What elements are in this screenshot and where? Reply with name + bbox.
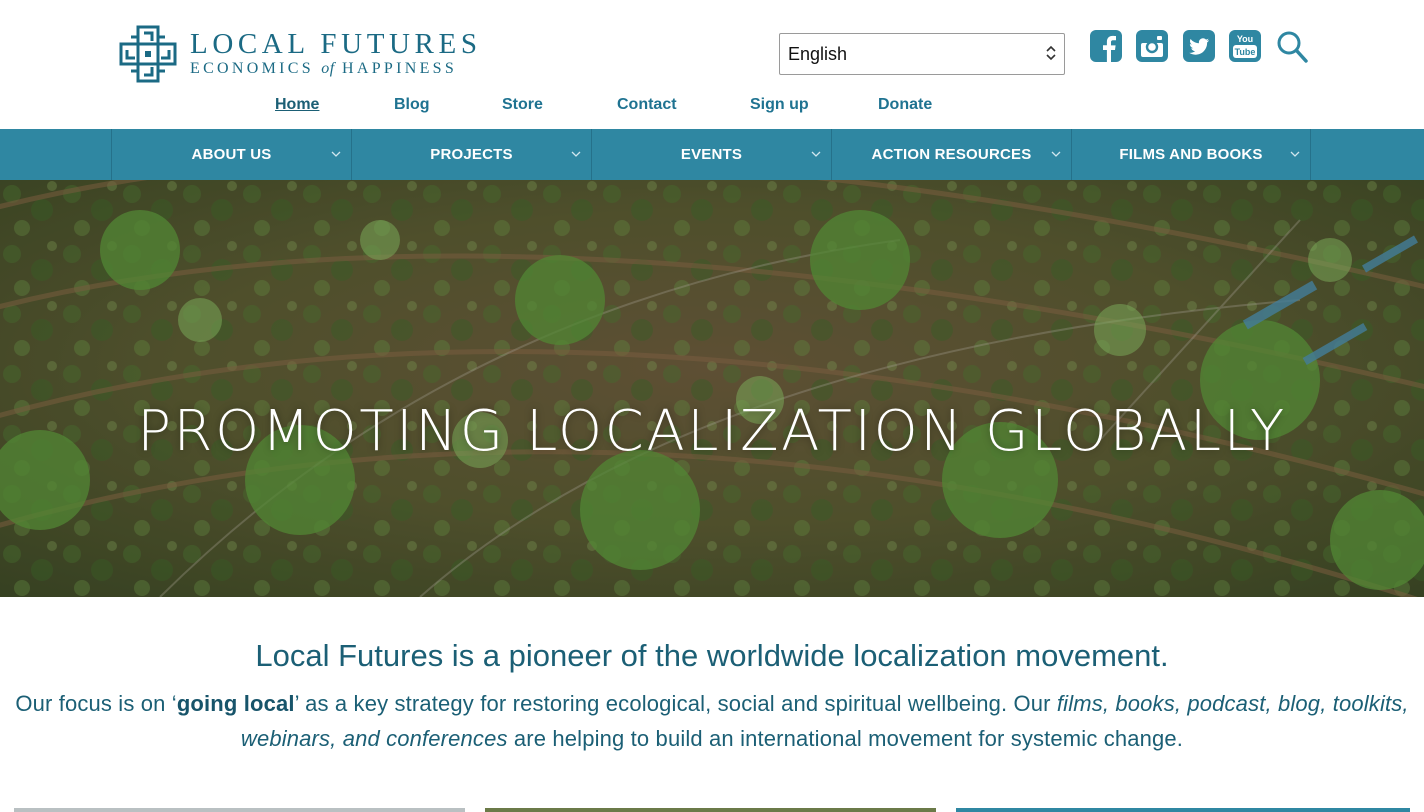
feature-card-1[interactable]	[14, 808, 465, 812]
main-nav-about-us[interactable]: ABOUT US	[111, 129, 351, 180]
chevron-down-icon	[811, 151, 821, 157]
chevron-down-icon	[1290, 151, 1300, 157]
top-nav-blog[interactable]: Blog	[394, 96, 430, 114]
intro-heading: Local Futures is a pioneer of the worldw…	[255, 638, 1169, 673]
logo-subtitle-right: HAPPINESS	[342, 59, 458, 77]
main-nav-label: FILMS AND BOOKS	[1119, 146, 1263, 163]
chevron-down-icon	[571, 151, 581, 157]
main-nav-events[interactable]: EVENTS	[591, 129, 831, 180]
youtube-icon[interactable]: You Tube	[1229, 30, 1261, 62]
intro-text-2: ’ as a key strategy for restoring ecolog…	[294, 691, 1057, 716]
chevron-down-icon	[1051, 151, 1061, 157]
logo-text: LOCAL FUTURES ECONOMICS of HAPPINESS	[190, 27, 482, 79]
feature-card-2[interactable]	[485, 808, 936, 812]
main-nav-label: EVENTS	[680, 146, 743, 163]
language-select[interactable]: English	[779, 33, 1065, 75]
intro-text-1: Our focus is on ‘	[15, 691, 177, 716]
site-logo[interactable]: LOCAL FUTURES ECONOMICS of HAPPINESS	[117, 23, 482, 85]
main-nav-label: PROJECTS	[430, 146, 513, 163]
intro-text-3: are helping to build an international mo…	[507, 726, 1184, 751]
main-nav: ABOUT US PROJECTS EVENTS ACTION RESOURCE…	[0, 129, 1424, 180]
main-nav-action-resources[interactable]: ACTION RESOURCES	[831, 129, 1071, 180]
hero-banner: PROMOTING LOCALIZATION GLOBALLY	[0, 180, 1424, 597]
search-icon[interactable]	[1276, 30, 1308, 64]
logo-subtitle-left: ECONOMICS	[190, 59, 314, 77]
svg-text:You: You	[1237, 34, 1253, 44]
main-nav-label: ABOUT US	[191, 146, 272, 163]
language-select-value: English	[788, 43, 848, 64]
feature-card-3[interactable]	[956, 808, 1410, 812]
top-nav-sign-up[interactable]: Sign up	[750, 96, 809, 114]
top-nav: Home Blog Store Contact Sign up Donate	[0, 96, 1424, 118]
site-header: LOCAL FUTURES ECONOMICS of HAPPINESS Eng…	[0, 0, 1424, 129]
instagram-icon[interactable]	[1136, 30, 1168, 62]
top-nav-home[interactable]: Home	[275, 96, 319, 114]
hero-aerial-garden-image	[0, 180, 1424, 597]
chevron-down-icon	[331, 151, 341, 157]
intro-bold-going-local: going local	[176, 691, 295, 716]
logo-mark-icon	[119, 25, 177, 83]
svg-text:Tube: Tube	[1235, 47, 1256, 57]
facebook-icon[interactable]	[1090, 30, 1122, 62]
top-nav-store[interactable]: Store	[502, 96, 543, 114]
logo-subtitle: ECONOMICS of HAPPINESS	[190, 59, 482, 79]
top-nav-contact[interactable]: Contact	[617, 96, 677, 114]
logo-title: LOCAL FUTURES	[190, 27, 482, 60]
twitter-icon[interactable]	[1183, 30, 1215, 62]
top-nav-donate[interactable]: Donate	[878, 96, 932, 114]
main-nav-label: ACTION RESOURCES	[871, 146, 1032, 163]
main-nav-films-and-books[interactable]: FILMS AND BOOKS	[1071, 129, 1311, 180]
logo-subtitle-mid: of	[321, 59, 335, 77]
select-arrows-icon	[1046, 45, 1056, 64]
intro-paragraph: Our focus is on ‘going local’ as a key s…	[14, 686, 1410, 756]
hero-title: PROMOTING LOCALIZATION GLOBALLY	[137, 398, 1287, 464]
main-nav-projects[interactable]: PROJECTS	[351, 129, 591, 180]
